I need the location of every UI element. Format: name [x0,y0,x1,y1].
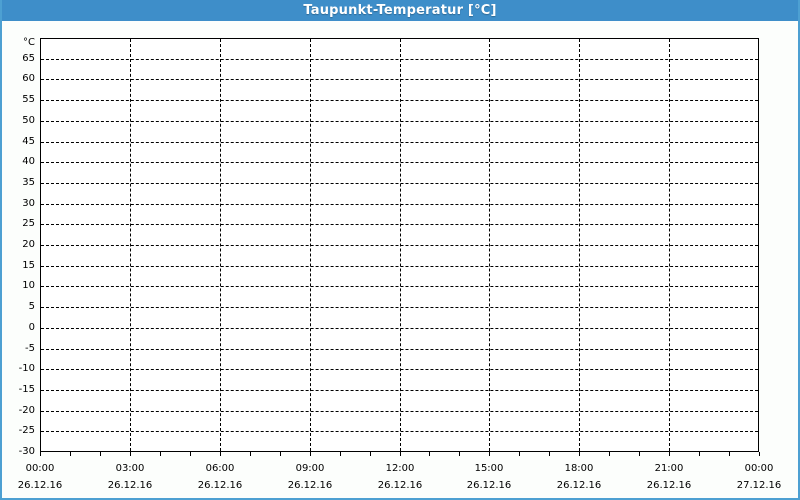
y-tick-label: 25 [22,218,35,229]
x-date-label: 27.12.16 [736,480,782,491]
y-tick-label: -10 [18,363,35,374]
y-tick-label: -20 [18,405,35,416]
x-axis-hour-tick [489,452,490,456]
y-tick-label: 55 [22,94,35,105]
x-axis-hour-tick [310,452,311,456]
x-axis-hour-tick [250,452,251,456]
y-tick-label: 30 [22,198,35,209]
x-axis-hour-tick [280,452,281,456]
x-axis-hour-tick [429,452,430,456]
x-axis-hour-tick [609,452,610,456]
x-axis-hour-tick [699,452,700,456]
x-gridline [400,39,401,451]
x-time-label: 21:00 [654,463,684,474]
y-tick-label: -25 [18,425,35,436]
window-titlebar: Taupunkt-Temperatur [°C] [2,0,798,21]
x-axis-hour-tick [759,452,760,456]
x-time-label: 06:00 [205,463,235,474]
x-axis-hour-tick [40,452,41,456]
x-axis-hour-tick [160,452,161,456]
x-gridline [220,39,221,451]
x-axis-hour-tick [190,452,191,456]
y-tick-label: 0 [28,322,35,333]
x-gridline [130,39,131,451]
x-axis-hour-tick [639,452,640,456]
y-tick-label: 15 [22,260,35,271]
chart-title: Taupunkt-Temperatur [°C] [303,3,497,18]
y-tick-label: -30 [18,446,35,457]
x-time-label: 00:00 [744,463,774,474]
y-tick-label: 45 [22,136,35,147]
y-tick-label: -5 [25,343,35,354]
y-axis-unit-label: °C [23,37,35,48]
x-axis-hour-tick [370,452,371,456]
x-axis-hour-tick [70,452,71,456]
y-tick-label: 10 [22,280,35,291]
y-tick-label: -15 [18,384,35,395]
x-date-label: 26.12.16 [107,480,153,491]
x-axis-hour-tick [130,452,131,456]
x-date-label: 26.12.16 [377,480,423,491]
x-axis-hour-tick [400,452,401,456]
x-time-label: 12:00 [385,463,415,474]
y-tick-label: 35 [22,177,35,188]
x-time-label: 03:00 [115,463,145,474]
x-axis-hour-tick [729,452,730,456]
y-tick-label: 5 [28,301,35,312]
x-time-label: 00:00 [25,463,55,474]
x-axis-hour-tick [340,452,341,456]
x-gridline [489,39,490,451]
x-date-label: 26.12.16 [646,480,692,491]
y-tick-label: 65 [22,53,35,64]
x-axis-hour-tick [220,452,221,456]
y-tick-label: 60 [22,73,35,84]
x-axis-hour-tick [100,452,101,456]
x-date-label: 26.12.16 [287,480,333,491]
x-gridline [579,39,580,451]
x-time-label: 09:00 [295,463,325,474]
x-date-label: 26.12.16 [556,480,602,491]
x-axis-hour-tick [579,452,580,456]
x-gridline [310,39,311,451]
chart-window: Taupunkt-Temperatur [°C] °C 65 60 55 50 45 40… [0,0,800,500]
x-axis-hour-tick [459,452,460,456]
x-time-label: 15:00 [474,463,504,474]
y-tick-label: 50 [22,115,35,126]
x-axis-hour-tick [549,452,550,456]
x-axis-hour-tick [669,452,670,456]
x-date-label: 26.12.16 [17,480,63,491]
x-time-label: 18:00 [564,463,594,474]
x-gridline [669,39,670,451]
x-axis-hour-tick [519,452,520,456]
y-tick-label: 40 [22,156,35,167]
y-tick-label: 20 [22,239,35,250]
x-date-label: 26.12.16 [197,480,243,491]
x-date-label: 26.12.16 [466,480,512,491]
